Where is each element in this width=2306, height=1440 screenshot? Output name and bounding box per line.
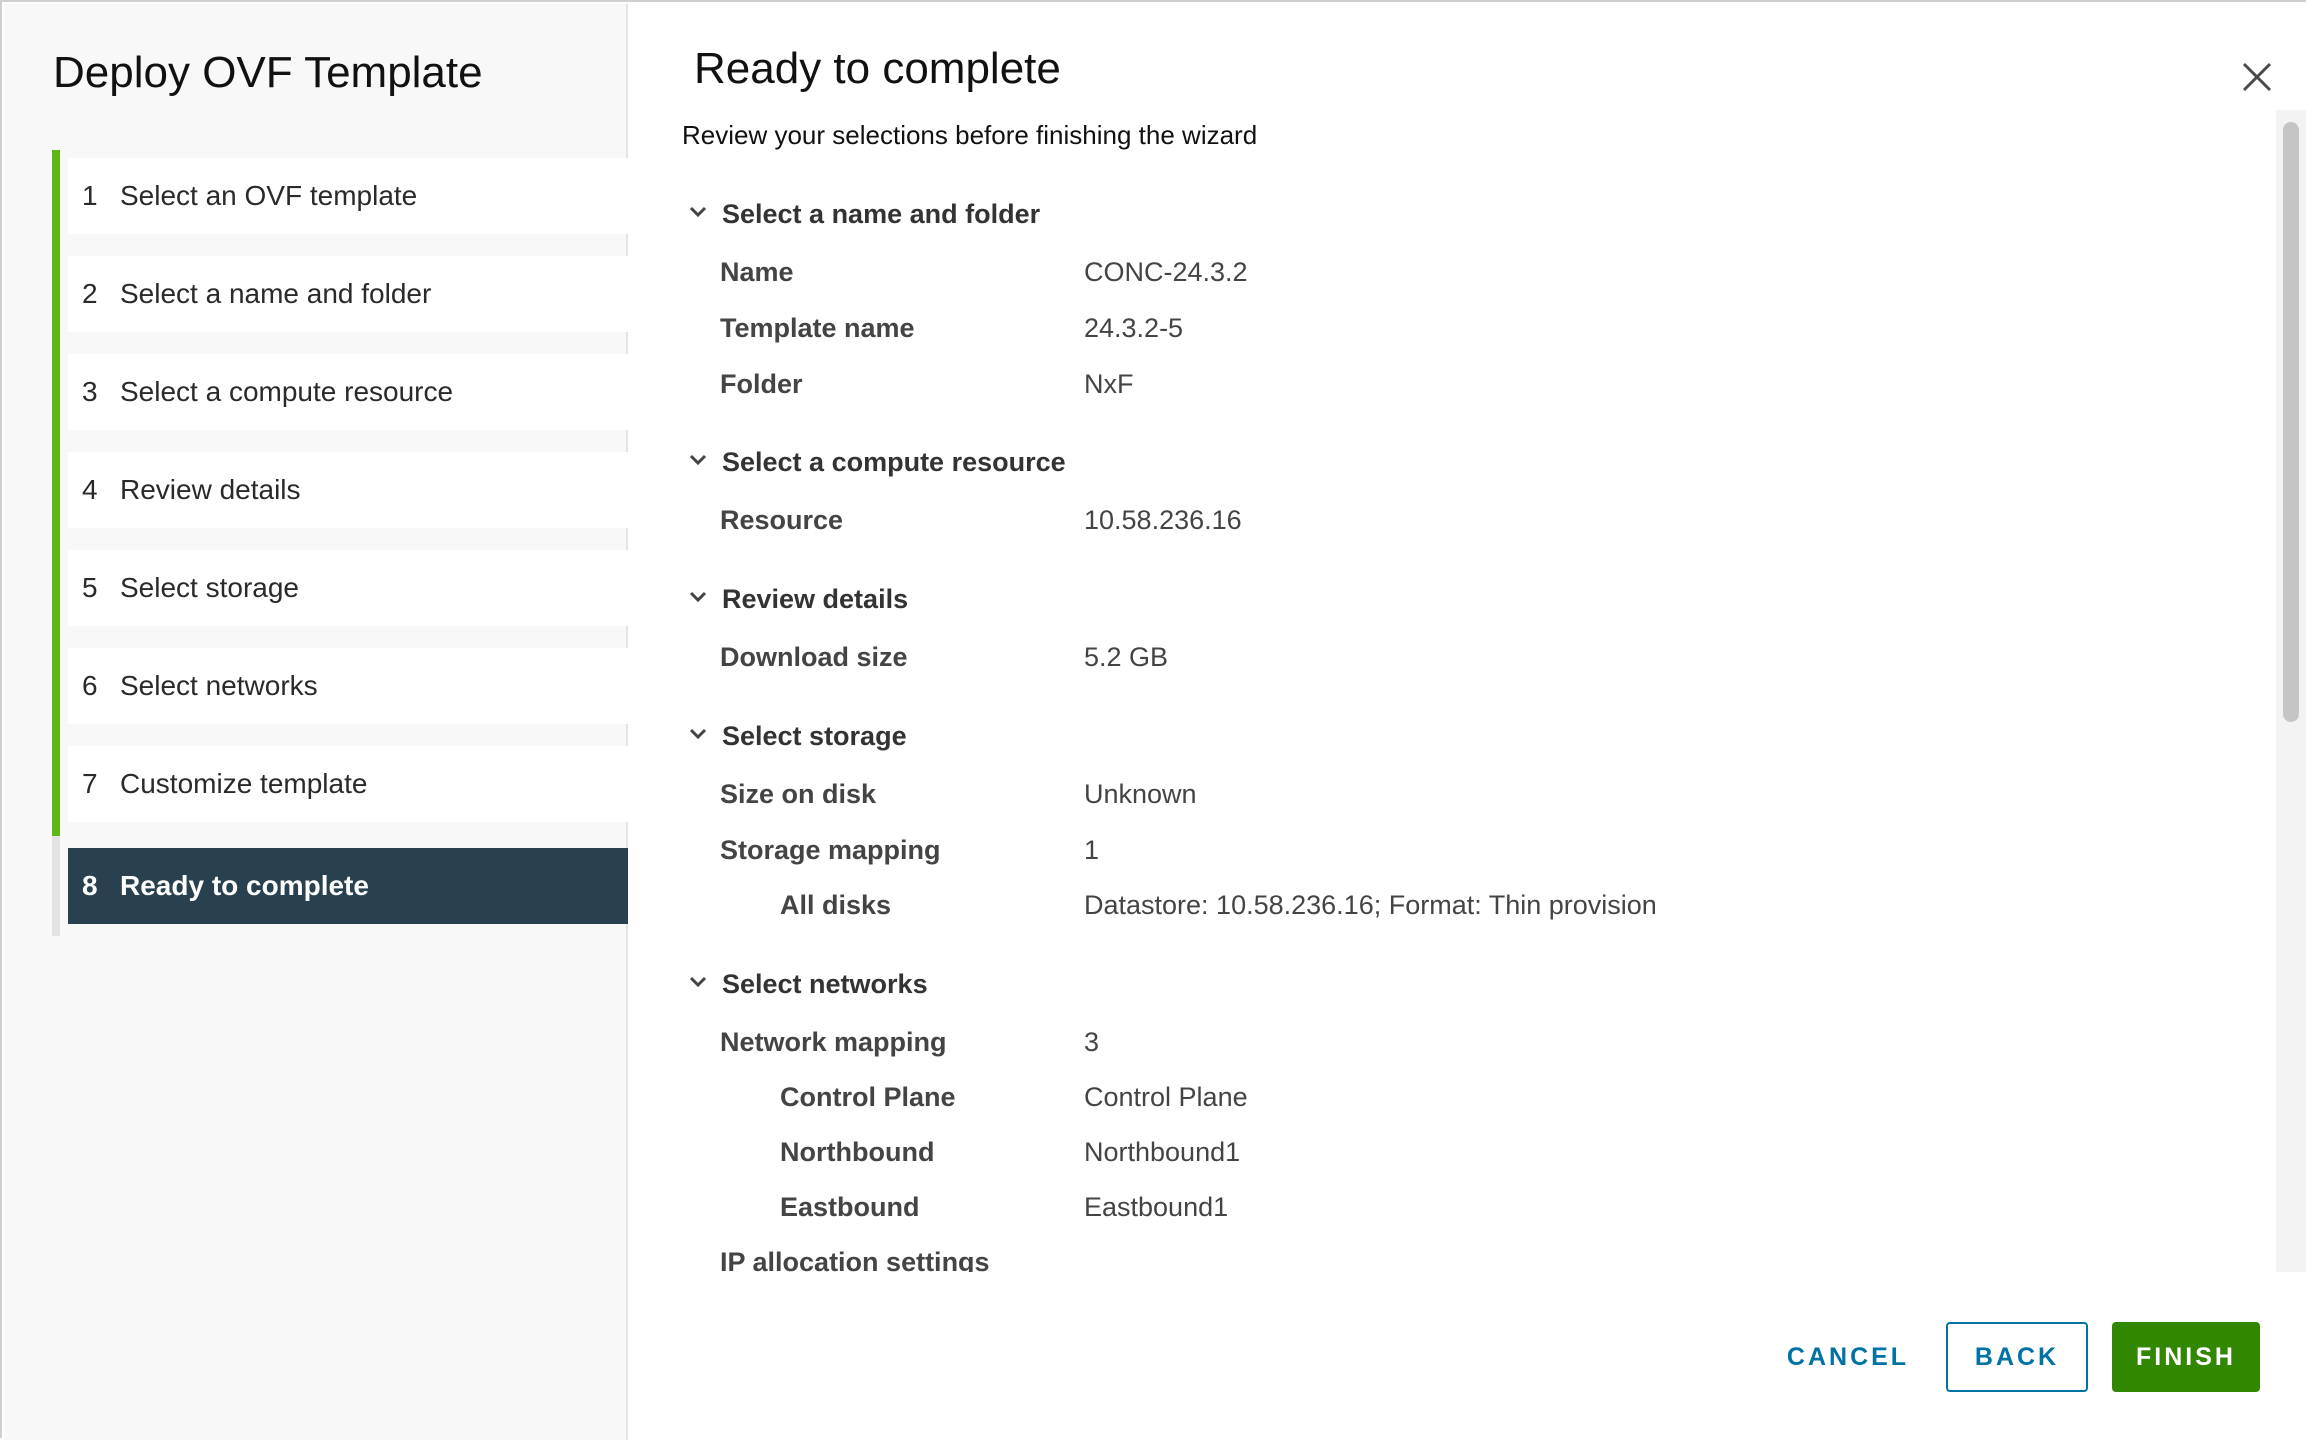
row-value: Datastore: 10.58.236.16; Format: Thin pr…	[1084, 889, 1657, 920]
progress-fill	[52, 150, 60, 836]
section-select-networks[interactable]: Select networks	[682, 964, 928, 1004]
row-value: CONC-24.3.2	[1084, 256, 1248, 287]
row-value: 24.3.2-5	[1084, 312, 1184, 343]
row-key: Control Plane	[780, 1081, 956, 1112]
step-label: Customize template	[120, 768, 368, 799]
step-label: Select a compute resource	[120, 376, 454, 407]
close-icon	[2242, 62, 2272, 92]
page-title: Ready to complete	[694, 44, 1061, 93]
step-1[interactable]: 1 Select an OVF template	[68, 158, 628, 234]
step-label: Review details	[120, 474, 301, 505]
section-heading: Review details	[722, 583, 909, 614]
summary-row: Download size 5.2 GB	[720, 637, 2260, 677]
section-select-storage[interactable]: Select storage	[682, 716, 907, 756]
chevron-down-icon	[689, 728, 707, 740]
section-heading: Select networks	[722, 968, 928, 999]
summary-row: Control Plane Control Plane	[720, 1077, 2260, 1117]
step-number: 1	[82, 180, 98, 211]
summary-row: Name CONC-24.3.2	[720, 252, 2260, 292]
row-key: Network mapping	[720, 1026, 947, 1057]
step-4[interactable]: 4 Review details	[68, 452, 628, 528]
step-label: Select a name and folder	[120, 278, 432, 309]
step-label: Select an OVF template	[120, 180, 418, 211]
section-name-folder[interactable]: Select a name and folder	[682, 194, 1040, 234]
row-key: Folder	[720, 368, 803, 399]
chevron-down-icon	[689, 454, 707, 466]
section-compute-resource[interactable]: Select a compute resource	[682, 442, 1066, 482]
scrollbar-thumb[interactable]	[2283, 122, 2299, 722]
chevron-down-icon	[689, 206, 707, 218]
summary-row: Template name 24.3.2-5	[720, 308, 2260, 348]
summary-row: Folder NxF	[720, 364, 2260, 404]
step-label: Select storage	[120, 572, 299, 603]
row-key: IP allocation settings	[720, 1246, 990, 1273]
row-value: Control Plane	[1084, 1081, 1248, 1112]
page-subtitle: Review your selections before finishing …	[682, 120, 1258, 150]
wizard-nav: Deploy OVF Template 1 Select an OVF temp…	[4, 4, 628, 1440]
row-value: NxF	[1084, 368, 1134, 399]
step-7[interactable]: 7 Customize template	[68, 746, 628, 822]
cancel-button[interactable]: CANCEL	[1778, 1322, 1918, 1392]
section-heading: Select storage	[722, 720, 907, 751]
row-key: Storage mapping	[720, 834, 941, 865]
chevron-down-icon	[689, 976, 707, 988]
step-3[interactable]: 3 Select a compute resource	[68, 354, 628, 430]
step-number: 7	[82, 768, 98, 799]
section-review-details[interactable]: Review details	[682, 579, 908, 619]
row-value: 5.2 GB	[1084, 641, 1169, 672]
section-heading: Select a compute resource	[722, 446, 1066, 477]
summary-row: Resource 10.58.236.16	[720, 500, 2260, 540]
deploy-ovf-dialog: Deploy OVF Template 1 Select an OVF temp…	[0, 0, 2306, 1440]
finish-button[interactable]: FINISH	[2112, 1322, 2260, 1392]
row-value: 3	[1084, 1026, 1100, 1057]
row-key: Northbound	[780, 1136, 935, 1167]
row-key: Name	[720, 256, 794, 287]
dialog-title: Deploy OVF Template	[53, 48, 483, 97]
row-key: Download size	[720, 641, 908, 672]
row-value: 1	[1084, 834, 1100, 865]
summary-row: Size on disk Unknown	[720, 774, 2260, 814]
step-number: 8	[82, 870, 98, 901]
summary-row: Northbound Northbound1	[720, 1132, 2260, 1172]
step-6[interactable]: 6 Select networks	[68, 648, 628, 724]
step-number: 5	[82, 572, 98, 603]
step-5[interactable]: 5 Select storage	[68, 550, 628, 626]
step-label: Ready to complete	[120, 870, 369, 901]
row-value: Unknown	[1084, 778, 1197, 809]
step-2[interactable]: 2 Select a name and folder	[68, 256, 628, 332]
section-heading: Select a name and folder	[722, 198, 1041, 229]
row-value: Northbound1	[1084, 1136, 1241, 1167]
summary-row: Eastbound Eastbound1	[720, 1187, 2260, 1227]
row-key: Template name	[720, 312, 915, 343]
row-key: All disks	[780, 889, 892, 920]
summary-row: Network mapping 3	[720, 1022, 2260, 1062]
chevron-down-icon	[689, 591, 707, 603]
row-key: Size on disk	[720, 778, 877, 809]
back-button[interactable]: BACK	[1946, 1322, 2088, 1392]
review-scrollbar[interactable]	[2276, 110, 2306, 1272]
row-value: 10.58.236.16	[1084, 504, 1242, 535]
row-key: Eastbound	[780, 1191, 920, 1222]
step-number: 2	[82, 278, 98, 309]
step-number: 3	[82, 376, 98, 407]
step-8[interactable]: 8 Ready to complete	[68, 848, 628, 924]
row-key: Resource	[720, 504, 844, 535]
summary-row: All disks Datastore: 10.58.236.16; Forma…	[720, 885, 2260, 925]
step-label: Select networks	[120, 670, 318, 701]
close-button[interactable]	[2234, 54, 2280, 100]
review-panel: Select a name and folder Name CONC-24.3.…	[682, 182, 2268, 1272]
wizard-steps: 1 Select an OVF template 2 Select a name…	[52, 150, 628, 936]
step-number: 4	[82, 474, 98, 505]
summary-row: Storage mapping 1	[720, 830, 2260, 870]
step-number: 6	[82, 670, 98, 701]
row-value: Eastbound1	[1084, 1191, 1229, 1222]
summary-row: IP allocation settings	[720, 1242, 2260, 1273]
